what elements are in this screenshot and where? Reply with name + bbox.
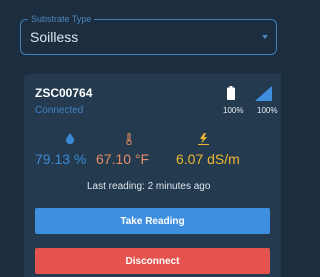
- device-card: ZSC00764 Connected 100% 100% 79.13 % 67.…: [24, 74, 281, 277]
- last-reading-text: Last reading: 2 minutes ago: [87, 181, 211, 192]
- moisture-value: 79.13 %: [35, 151, 87, 167]
- connection-status: Connected: [35, 105, 84, 116]
- signal-icon: [255, 86, 272, 101]
- battery-icon: [227, 86, 235, 100]
- substrate-type-select[interactable]: Substrate Type Soilless: [20, 13, 277, 55]
- signal-percentage: 100%: [257, 106, 278, 115]
- chevron-down-icon[interactable]: [262, 35, 268, 39]
- take-reading-button[interactable]: Take Reading: [35, 208, 270, 234]
- device-id: ZSC00764: [35, 86, 93, 100]
- ec-value: 6.07 dS/m: [176, 151, 240, 167]
- battery-percentage: 100%: [223, 106, 244, 115]
- substrate-type-label: Substrate Type: [28, 13, 95, 25]
- lightning-icon: [198, 133, 209, 145]
- thermometer-icon: [126, 133, 132, 145]
- droplet-icon: [66, 133, 74, 144]
- disconnect-button[interactable]: Disconnect: [35, 248, 270, 274]
- temperature-value: 67.10 °F: [96, 151, 150, 167]
- substrate-type-value: Soilless: [30, 29, 79, 45]
